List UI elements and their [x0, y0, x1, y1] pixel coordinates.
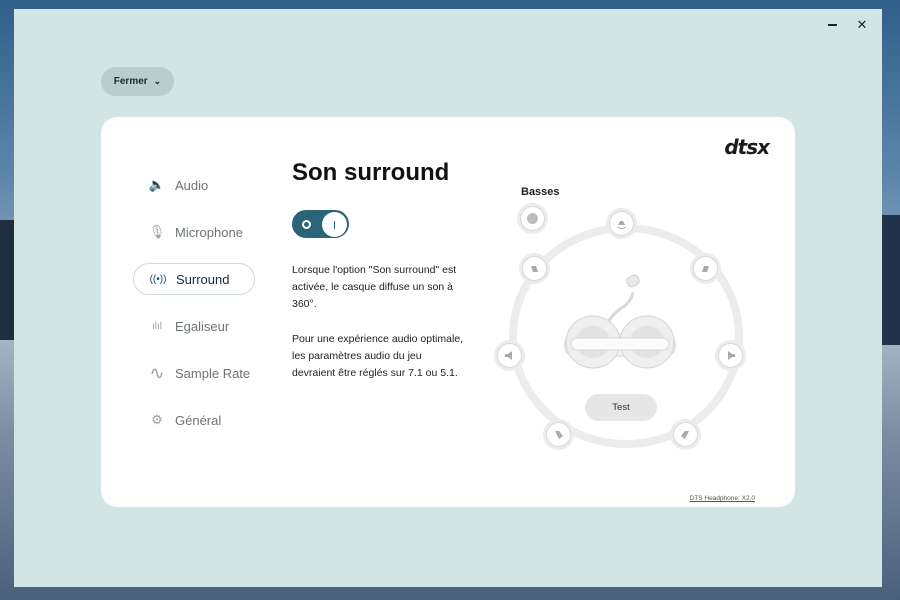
minimize-icon [827, 24, 837, 26]
sidebar-item-label: Audio [175, 177, 209, 193]
app-window: ✕ Fermer ⌄ dtsx 🔈 Audio 🎙 Microphone ((•… [14, 9, 882, 587]
sidebar-nav: 🔈 Audio 🎙 Microphone ((•)) Surround ılıl… [133, 169, 255, 451]
sidebar-item-sample-rate[interactable]: ∿ Sample Rate [133, 357, 255, 389]
front-left-speaker-icon [531, 266, 538, 272]
right-speaker-button[interactable] [718, 343, 743, 368]
sidebar-item-egaliseur[interactable]: ılıl Egaliseur [133, 310, 255, 342]
equalizer-icon: ılıl [152, 320, 162, 332]
sidebar-item-surround[interactable]: ((•)) Surround [133, 263, 255, 295]
toggle-on-icon [334, 220, 335, 229]
toggle-off-icon [302, 220, 311, 229]
center-speaker-button[interactable] [609, 211, 634, 236]
surround-left-speaker-icon [555, 431, 563, 439]
bass-icon [527, 213, 538, 224]
sidebar-item-label: Surround [176, 271, 230, 287]
fermer-button[interactable]: Fermer ⌄ [101, 67, 174, 96]
surround-icon: ((•)) [149, 273, 167, 285]
front-right-speaker-button[interactable] [693, 256, 718, 281]
microphone-icon: 🎙 [148, 224, 166, 239]
bass-label: Basses [521, 186, 560, 198]
right-speaker-icon [728, 351, 735, 360]
settings-card: dtsx 🔈 Audio 🎙 Microphone ((•)) Surround… [101, 117, 795, 507]
center-speaker-icon [616, 221, 627, 229]
close-icon: ✕ [856, 17, 868, 32]
version-link[interactable]: DTS Headphone: X2.0 [690, 495, 755, 502]
page-title: Son surround [292, 159, 450, 186]
chevron-down-icon: ⌄ [153, 76, 162, 86]
surround-right-speaker-icon [681, 431, 689, 439]
sidebar-item-label: Sample Rate [175, 365, 251, 381]
sidebar-item-audio[interactable]: 🔈 Audio [133, 169, 255, 201]
surround-recommendation: Pour une expérience audio optimale, les … [292, 333, 464, 379]
gear-icon: ⚙ [151, 412, 163, 427]
surround-description: Lorsque l'option "Son surround" est acti… [292, 264, 457, 310]
surround-left-speaker-button[interactable] [546, 422, 571, 447]
surround-toggle[interactable] [292, 210, 349, 238]
left-speaker-icon [505, 351, 512, 360]
test-button[interactable]: Test [585, 394, 657, 421]
sidebar-item-label: Général [175, 412, 222, 428]
minimize-button[interactable] [820, 15, 844, 35]
left-speaker-button[interactable] [497, 343, 522, 368]
fermer-label: Fermer [113, 76, 148, 87]
front-right-speaker-icon [702, 266, 709, 272]
dts-logo: dtsx [724, 135, 770, 159]
desktop-background-right [880, 215, 900, 345]
speaker-icon: 🔈 [148, 177, 166, 192]
sidebar-item-general[interactable]: ⚙ Général [133, 404, 255, 436]
surround-right-speaker-button[interactable] [673, 422, 698, 447]
sidebar-item-microphone[interactable]: 🎙 Microphone [133, 216, 255, 248]
wave-icon: ∿ [149, 362, 165, 383]
sidebar-item-label: Microphone [175, 224, 243, 240]
front-left-speaker-button[interactable] [522, 256, 547, 281]
sidebar-item-label: Egaliseur [175, 318, 230, 334]
toggle-knob [322, 212, 347, 237]
close-window-button[interactable]: ✕ [850, 15, 874, 35]
headset-image [564, 274, 676, 369]
bass-speaker-button[interactable] [520, 206, 545, 231]
